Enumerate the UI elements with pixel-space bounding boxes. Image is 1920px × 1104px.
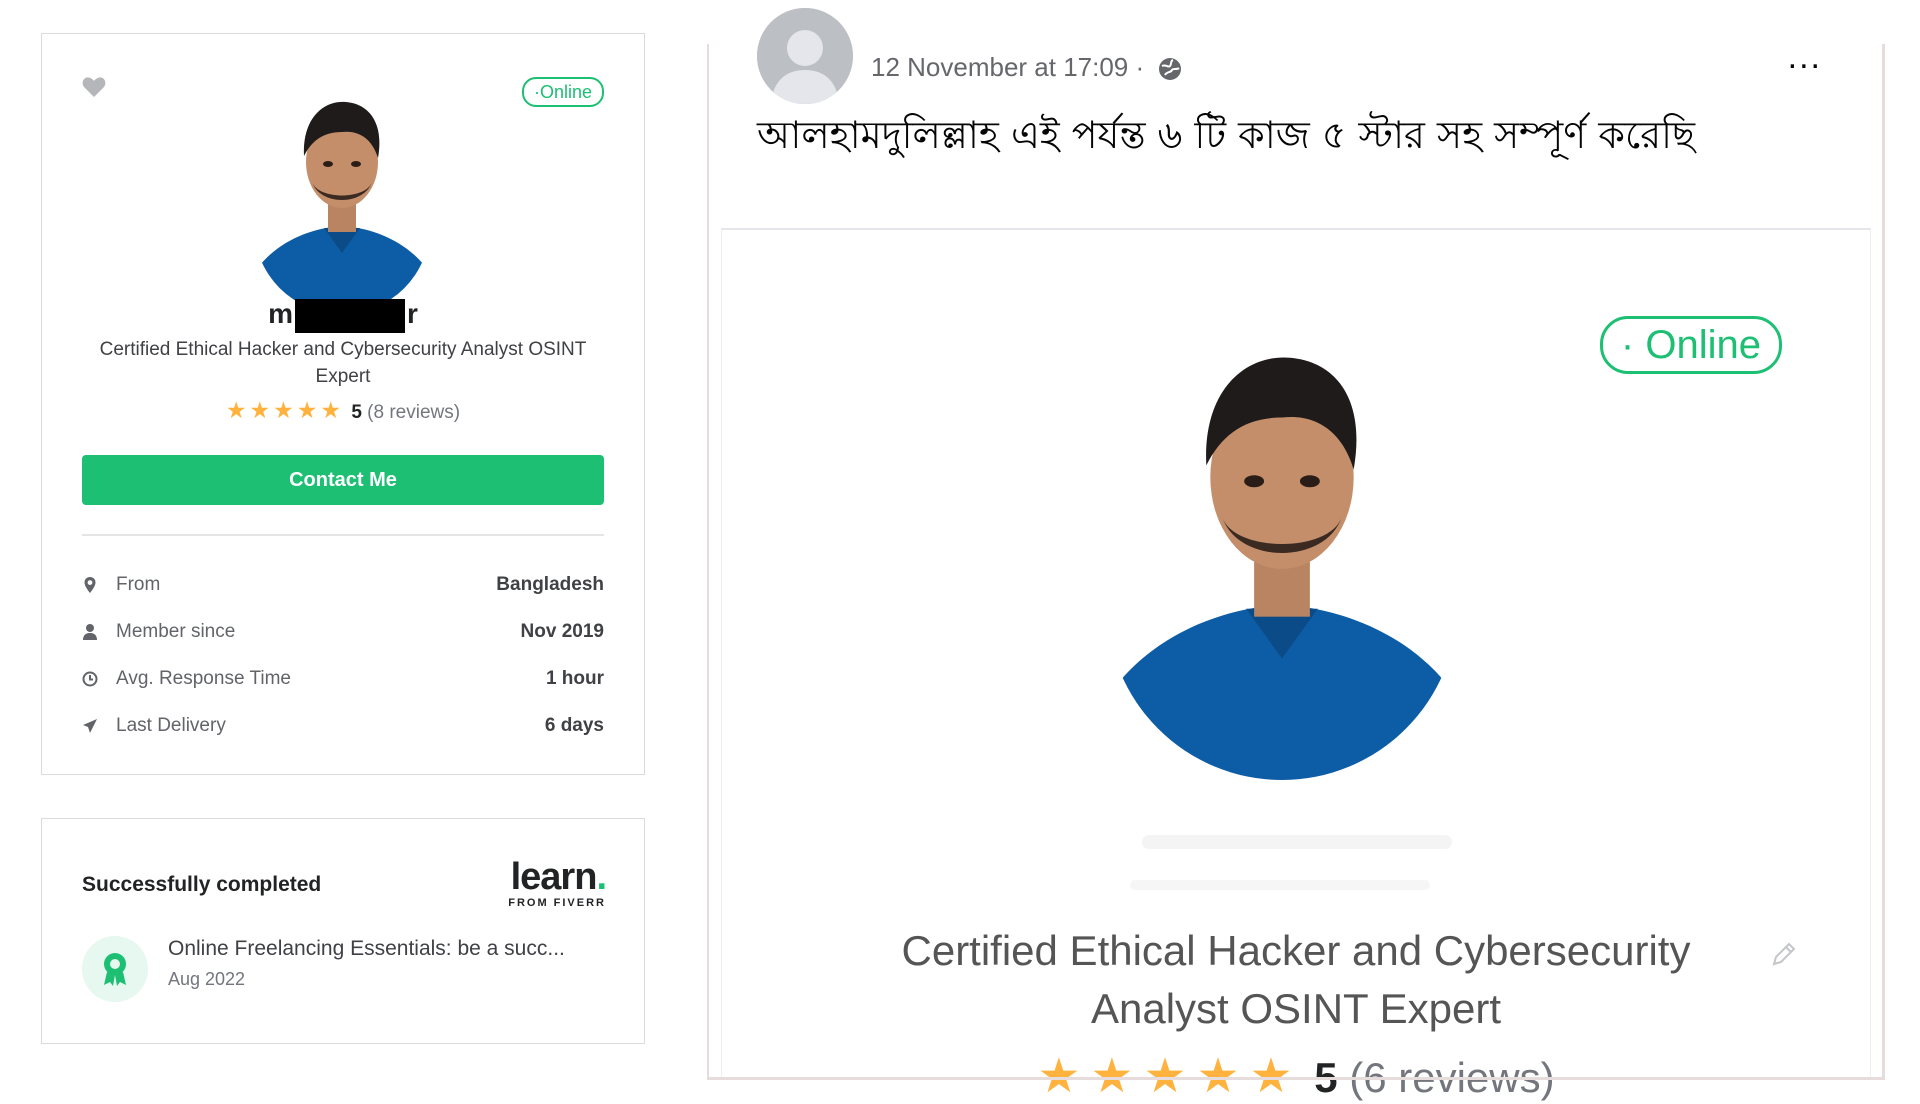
status-label: Online (1645, 323, 1761, 367)
stat-row-response-time: Avg. Response Time 1 hour (82, 668, 604, 715)
learn-certificate-card: Successfully completed learn. FROM FIVER… (41, 818, 645, 1044)
seller-tagline: Certified Ethical Hacker and Cybersecuri… (802, 922, 1790, 1038)
learn-from-fiverr-logo[interactable]: learn. FROM FIVERR (508, 856, 607, 909)
paper-plane-icon (83, 719, 97, 733)
stat-row-last-delivery: Last Delivery 6 days (82, 715, 604, 762)
name-start: m (268, 298, 293, 329)
user-icon (83, 624, 97, 640)
review-count[interactable]: (8 reviews) (367, 402, 460, 423)
tagline-line-1: Certified Ethical Hacker and Cybersecuri… (901, 927, 1691, 974)
completed-title: Successfully completed (82, 873, 322, 896)
online-status-badge: · Online (1599, 316, 1782, 374)
star-icon: ★ (249, 397, 271, 423)
post-timestamp[interactable]: 12 November at 17:09 · (871, 52, 1144, 82)
stat-value: Nov 2019 (520, 621, 604, 642)
star-icon: ★ (296, 397, 318, 423)
status-label: Online (539, 82, 592, 102)
location-pin-icon (84, 577, 96, 593)
blurred-name-underline (1130, 880, 1430, 890)
tagline-line-2: Analyst OSINT Expert (1090, 985, 1502, 1032)
star-icon: ★ (225, 397, 247, 423)
seller-tagline: Certified Ethical Hacker and Cybersecuri… (99, 339, 587, 387)
heart-icon[interactable] (82, 76, 106, 98)
star-icon: ★ (320, 397, 342, 423)
contact-me-button[interactable]: Contact Me (82, 455, 604, 505)
seller-stats: From Bangladesh Member since Nov 2019 Av… (82, 574, 604, 762)
facebook-post: 12 November at 17:09 · ... আলহামদুলিল্লা… (707, 8, 1885, 1103)
stat-label: Member since (116, 621, 236, 642)
seller-profile-card: ·Online mr Certified Ethical Hacker and … (41, 33, 645, 775)
poster-avatar[interactable] (757, 8, 853, 104)
avatar (1106, 357, 1458, 780)
status-dot: · (1620, 323, 1635, 367)
course-title[interactable]: Online Freelancing Essentials: be a succ… (168, 937, 608, 961)
stat-value: 6 days (544, 715, 604, 736)
post-image[interactable]: · Online Certified Ethical Hacker and Cy… (721, 228, 1871, 1103)
stat-value: 1 hour (545, 668, 604, 689)
seller-name[interactable]: mr (42, 294, 644, 334)
redaction-bar (295, 298, 405, 333)
pencil-icon (1772, 942, 1796, 966)
clock-icon (82, 671, 98, 687)
stat-row-member-since: Member since Nov 2019 (82, 621, 604, 668)
stat-label: Avg. Response Time (116, 668, 291, 689)
stat-row-from: From Bangladesh (82, 574, 604, 621)
certificate-badge-icon (82, 936, 148, 1002)
logo-sub: FROM FIVERR (508, 897, 606, 909)
course-date: Aug 2022 (168, 969, 246, 989)
post-text: আলহামদুলিল্লাহ এই পর্যন্ত ৬ টি কাজ ৫ স্ট… (757, 113, 1696, 157)
rating-summary: ★ ★ ★ ★ ★ 5 (6 reviews) (722, 1048, 1870, 1104)
star-icon: ★ (273, 397, 294, 423)
more-options-icon[interactable]: ... (1788, 38, 1822, 77)
rating-score: 5 (351, 402, 362, 423)
stat-value: Bangladesh (496, 574, 604, 595)
rating-summary: ★ ★ ★ ★ ★ 5 (8 reviews) (42, 397, 644, 424)
stat-label: From (116, 574, 161, 595)
logo-word: learn. (510, 856, 607, 898)
avatar[interactable] (254, 78, 430, 314)
stat-label: Last Delivery (116, 715, 226, 736)
globe-icon (1159, 58, 1182, 81)
online-status-badge: ·Online (521, 77, 604, 107)
post-meta[interactable]: 12 November at 17:09 · (871, 52, 1183, 83)
name-end: r (407, 298, 418, 329)
blurred-name (1142, 835, 1452, 849)
divider (82, 534, 604, 536)
